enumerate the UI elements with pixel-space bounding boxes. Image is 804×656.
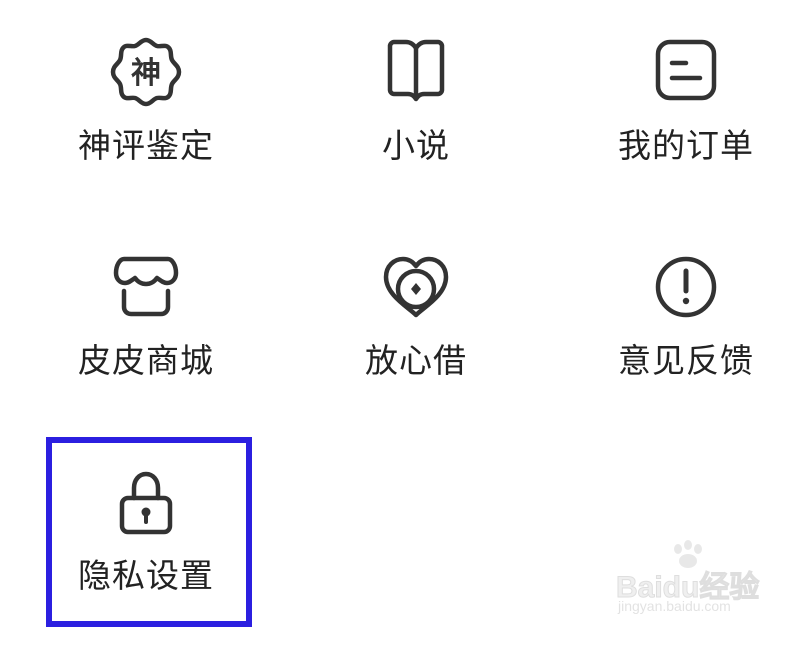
- menu-item-novel[interactable]: 小说: [306, 36, 526, 226]
- menu-item-label: 神评鉴定: [78, 126, 214, 165]
- order-list-icon: [655, 39, 717, 101]
- menu-item-privacy-settings[interactable]: 隐私设置: [36, 466, 256, 656]
- menu-item-fangxinjie[interactable]: 放心借: [306, 251, 526, 441]
- menu-item-label: 皮皮商城: [78, 341, 214, 380]
- lock-icon: [119, 471, 173, 535]
- menu-item-feedback[interactable]: 意见反馈: [576, 251, 796, 441]
- exclamation-circle-icon: [655, 256, 717, 318]
- shen-badge-icon: 神: [110, 37, 182, 107]
- menu-item-shenping[interactable]: 神 神评鉴定: [36, 36, 256, 226]
- shen-badge-char: 神: [131, 56, 161, 91]
- menu-item-label: 我的订单: [618, 126, 754, 165]
- menu-item-label: 隐私设置: [78, 556, 214, 595]
- menu-item-pipi-mall[interactable]: 皮皮商城: [36, 251, 256, 441]
- menu-item-label: 意见反馈: [618, 341, 754, 380]
- menu-item-label: 放心借: [365, 341, 467, 380]
- menu-item-label: 小说: [382, 126, 450, 165]
- watermark-url: jingyan.baidu.com: [618, 598, 731, 614]
- book-icon: [387, 39, 445, 102]
- heart-coin-icon: [383, 256, 449, 318]
- menu-item-my-orders[interactable]: 我的订单: [576, 36, 796, 226]
- baidu-jingyan-watermark: Baidu经验 jingyan.baidu.com: [615, 540, 776, 620]
- menu-grid: 神 神评鉴定 小说 我的订单 皮皮商城 放心借 意见反馈 隐私设置: [0, 0, 804, 632]
- storefront-icon: [113, 256, 179, 317]
